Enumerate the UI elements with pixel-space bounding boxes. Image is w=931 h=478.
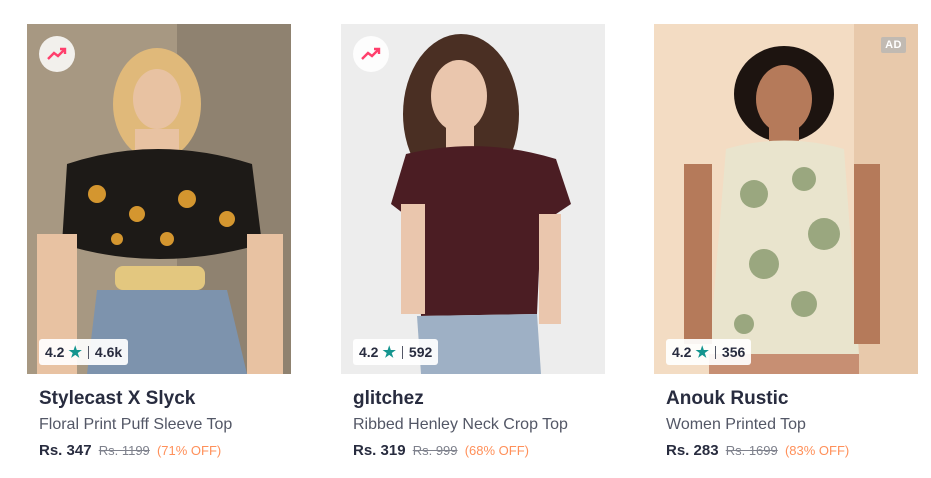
original-price: Rs. 1699 xyxy=(725,443,778,458)
product-photo xyxy=(654,24,918,374)
product-name: Ribbed Henley Neck Crop Top xyxy=(353,416,568,433)
ad-label: AD xyxy=(881,37,906,53)
trending-icon xyxy=(353,36,389,72)
rating-count: 356 xyxy=(721,344,746,360)
rating-value: 4.2 xyxy=(45,344,65,360)
rating-value: 4.2 xyxy=(672,344,692,360)
rating-badge: 4.2 ★ 356 xyxy=(666,339,752,365)
discount-percent: (71% OFF) xyxy=(156,443,222,458)
rating-divider xyxy=(714,345,716,359)
rating-divider xyxy=(87,345,89,359)
rating-count: 4.6k xyxy=(94,344,123,360)
price-row: Rs. 319 Rs. 999 (68% OFF) xyxy=(353,442,605,460)
discounted-price: Rs. 319 xyxy=(353,442,406,459)
product-image[interactable]: 4.2 ★ 592 xyxy=(341,24,605,374)
price-row: Rs. 283 Rs. 1699 (83% OFF) xyxy=(666,442,918,460)
trending-icon xyxy=(39,36,75,72)
star-icon: ★ xyxy=(382,344,396,361)
original-price: Rs. 999 xyxy=(412,443,458,458)
brand-name: glitchez xyxy=(353,388,424,409)
discounted-price: Rs. 347 xyxy=(39,442,92,459)
product-card[interactable]: 4.2 ★ 592 glitchez Ribbed Henley Neck Cr… xyxy=(341,24,605,460)
original-price: Rs. 1199 xyxy=(98,443,150,458)
star-icon: ★ xyxy=(68,344,82,361)
rating-divider xyxy=(401,345,403,359)
rating-count: 592 xyxy=(408,344,433,360)
product-name: Floral Print Puff Sleeve Top xyxy=(39,416,233,433)
rating-badge: 4.2 ★ 592 xyxy=(353,339,439,365)
product-image[interactable]: 4.2 ★ 4.6k xyxy=(27,24,291,374)
product-image[interactable]: AD 4.2 ★ 356 xyxy=(654,24,918,374)
discount-percent: (83% OFF) xyxy=(784,443,850,458)
product-name: Women Printed Top xyxy=(666,416,806,433)
discounted-price: Rs. 283 xyxy=(666,442,719,459)
price-row: Rs. 347 Rs. 1199 (71% OFF) xyxy=(39,442,291,460)
discount-percent: (68% OFF) xyxy=(464,443,529,458)
rating-value: 4.2 xyxy=(359,344,379,360)
rating-badge: 4.2 ★ 4.6k xyxy=(39,339,129,365)
brand-name: Anouk Rustic xyxy=(666,388,789,409)
brand-name: Stylecast X Slyck xyxy=(39,388,196,409)
product-photo xyxy=(27,24,291,374)
product-card[interactable]: 4.2 ★ 4.6k Stylecast X Slyck Floral Prin… xyxy=(27,24,291,460)
product-photo xyxy=(341,24,605,374)
star-icon: ★ xyxy=(695,344,709,361)
product-card[interactable]: AD 4.2 ★ 356 Anouk Rustic Women Printed … xyxy=(654,24,918,460)
